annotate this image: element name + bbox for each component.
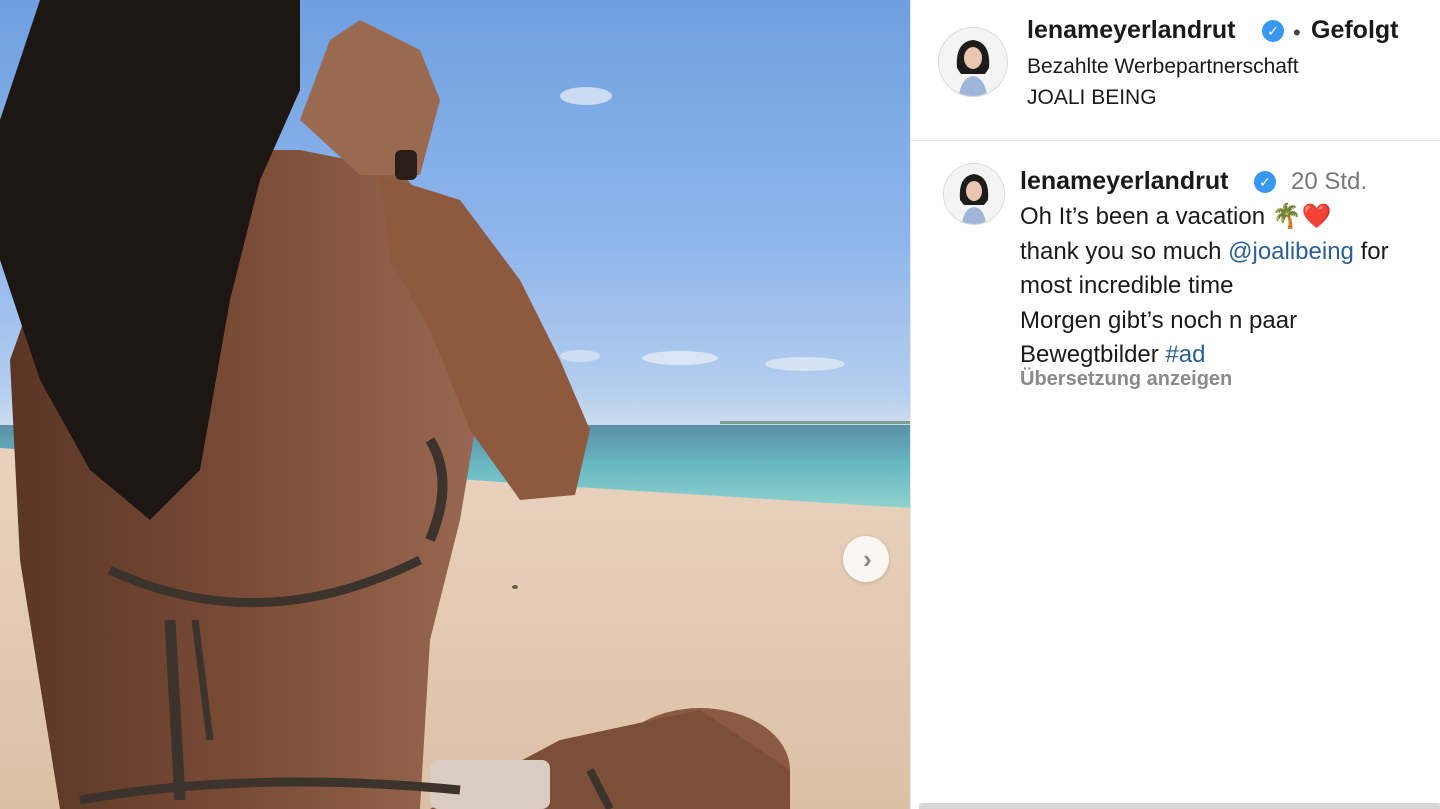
verified-badge-icon: ✓ xyxy=(1262,20,1284,42)
caption-line: most incredible time xyxy=(1020,272,1234,299)
separator-dot: • xyxy=(1293,20,1301,45)
avatar[interactable] xyxy=(939,28,1007,96)
post-header: lenameyerlandrut ✓ • Gefolgt Bezahlte We… xyxy=(911,0,1440,141)
caption-text: Bewegtbilder xyxy=(1020,341,1166,368)
palm-heart-emoji: 🌴❤️ xyxy=(1271,203,1332,230)
caption-line: Oh It’s been a vacation 🌴❤️ xyxy=(1020,200,1440,235)
caption-line: thank you so much @joalibeing for xyxy=(1020,235,1440,270)
post-caption: Oh It’s been a vacation 🌴❤️ thank you so… xyxy=(1020,200,1440,373)
caption-author-username[interactable]: lenameyerlandrut xyxy=(1020,167,1228,196)
post-author-username[interactable]: lenameyerlandrut xyxy=(1027,16,1235,45)
caption-text: for xyxy=(1353,237,1389,265)
post-photo[interactable]: › xyxy=(0,0,910,809)
avatar[interactable] xyxy=(944,164,1004,224)
next-photo-button[interactable]: › xyxy=(843,536,889,582)
caption-text: thank you so much xyxy=(1020,237,1229,265)
paid-partnership-label[interactable]: Bezahlte Werbepartnerschaft xyxy=(1027,55,1299,79)
show-translation-button[interactable]: Übersetzung anzeigen xyxy=(1020,368,1232,391)
chevron-right-icon: › xyxy=(863,544,872,574)
scrollbar[interactable] xyxy=(919,803,1440,809)
partner-brand-link[interactable]: JOALI BEING xyxy=(1027,86,1157,110)
caption-text: Oh It’s been a vacation xyxy=(1020,203,1272,230)
post-timestamp[interactable]: 20 Std. xyxy=(1291,168,1367,196)
avatar-image xyxy=(939,28,1007,96)
post-side-panel: lenameyerlandrut ✓ • Gefolgt Bezahlte We… xyxy=(910,0,1440,809)
caption-line: Morgen gibt’s noch n paar xyxy=(1020,306,1298,334)
beach-photo-illustration xyxy=(0,0,910,809)
verified-badge-icon: ✓ xyxy=(1254,171,1276,193)
avatar-image xyxy=(944,164,1004,224)
hashtag-link[interactable]: #ad xyxy=(1165,341,1205,368)
mention-link[interactable]: @joalibeing xyxy=(1228,238,1354,265)
follow-status-button[interactable]: Gefolgt xyxy=(1311,16,1399,45)
